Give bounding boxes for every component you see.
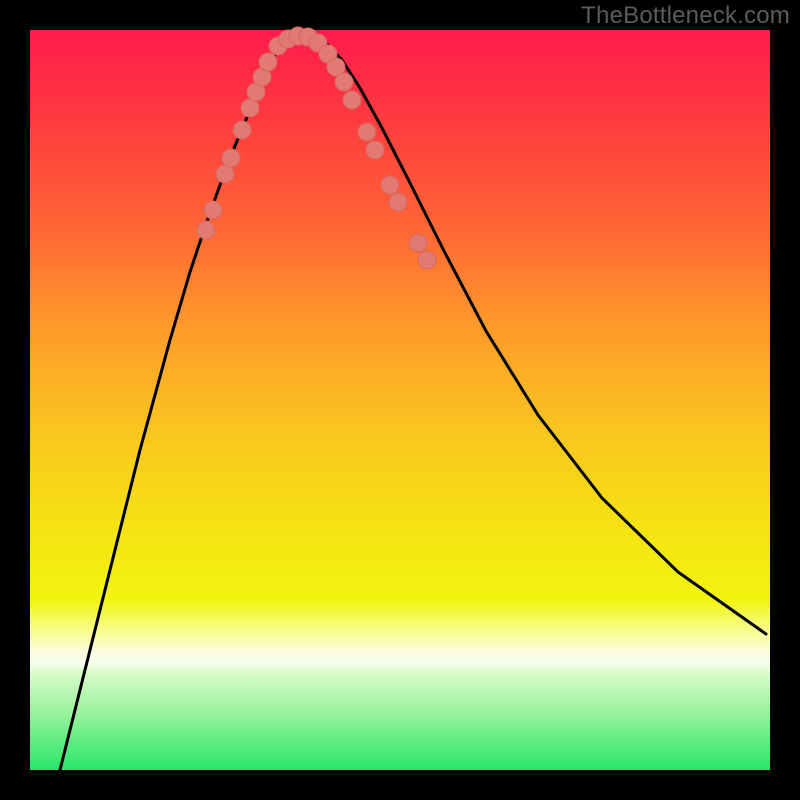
watermark-text: TheBottleneck.com [581, 2, 790, 30]
outer-frame: TheBottleneck.com [0, 0, 800, 800]
bottleneck-curve [60, 35, 766, 770]
data-dot [343, 91, 361, 109]
data-dot [389, 193, 407, 211]
data-dot [381, 176, 399, 194]
data-dot [259, 53, 277, 71]
data-dot [216, 165, 234, 183]
curve-svg [30, 30, 770, 770]
data-dot [366, 141, 384, 159]
data-dot [358, 123, 376, 141]
data-dot [204, 201, 222, 219]
data-dot [335, 73, 353, 91]
data-dot [409, 234, 427, 252]
data-dot [241, 99, 259, 117]
data-dot [197, 221, 215, 239]
data-dot [233, 121, 251, 139]
data-dot [418, 251, 436, 269]
data-dot [222, 149, 240, 167]
plot-area [30, 30, 770, 770]
